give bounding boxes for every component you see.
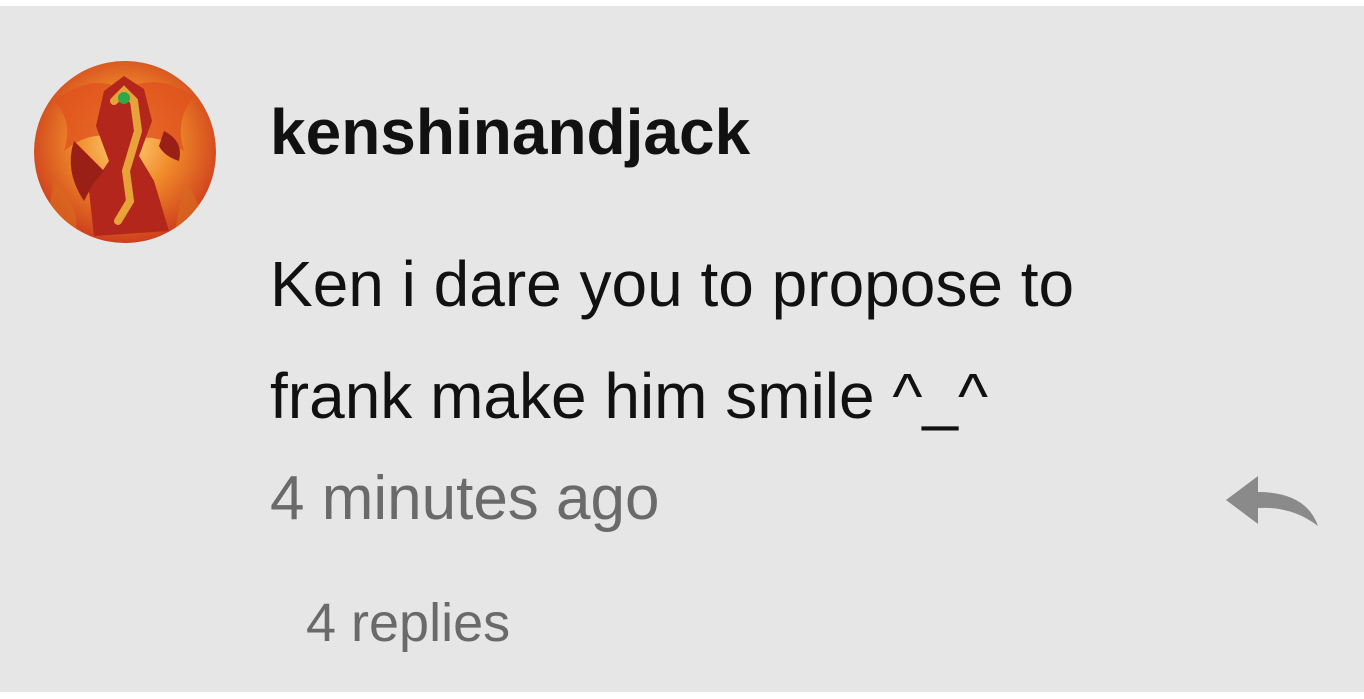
comment-text-line: Ken i dare you to propose to [270,248,1075,320]
comment-timestamp: 4 minutes ago [270,464,660,533]
user-avatar[interactable] [34,61,216,243]
comment-username[interactable]: kenshinandjack [270,100,750,164]
comment-card: kenshinandjack Ken i dare you to propose… [0,6,1364,692]
reply-button[interactable] [1222,468,1322,538]
dragon-avatar-icon [34,61,216,243]
comment-text-line: frank make him smile ^_^ [270,360,989,432]
replies-link[interactable]: 4 replies [306,596,510,650]
reply-arrow-icon [1226,476,1318,526]
comment-text: Ken i dare you to propose to frank make … [270,228,1280,452]
